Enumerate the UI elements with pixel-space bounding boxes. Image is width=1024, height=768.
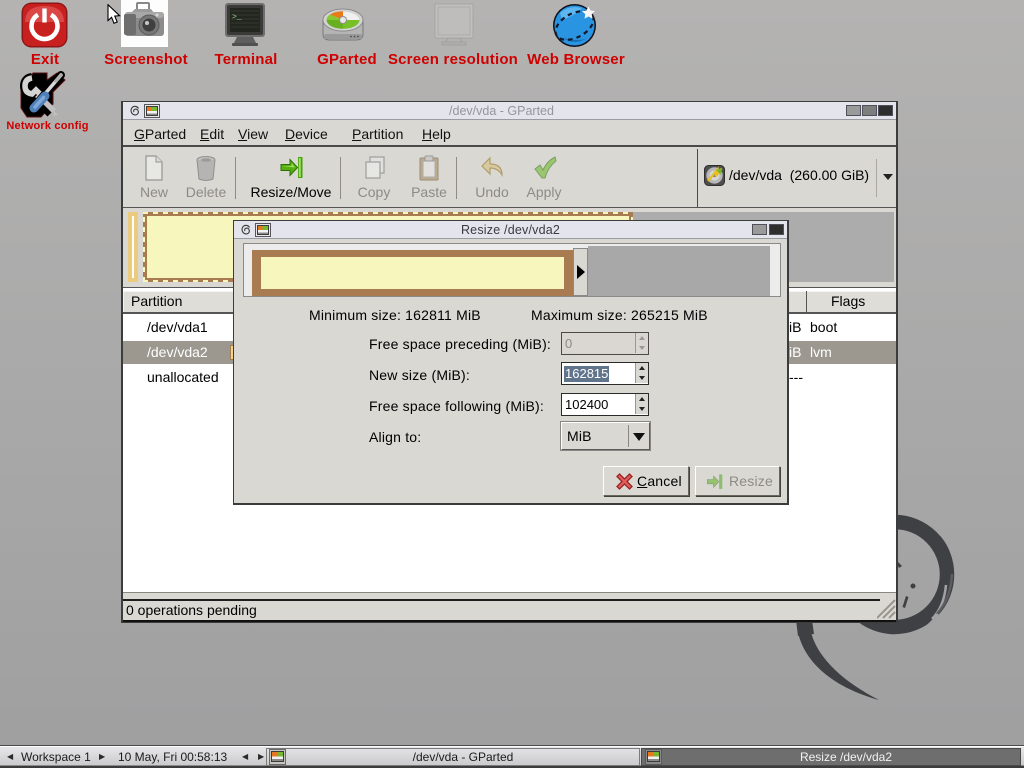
svg-text:>_: >_ [232,13,242,22]
